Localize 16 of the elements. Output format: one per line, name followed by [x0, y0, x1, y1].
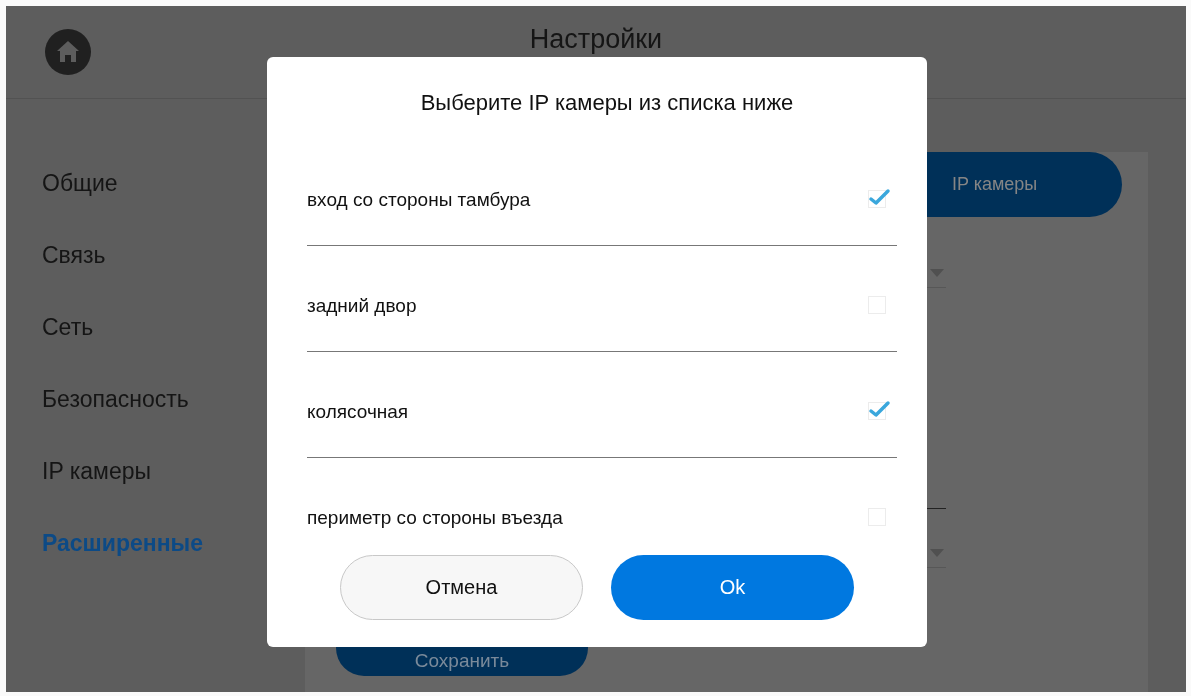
ok-button[interactable]: Ok — [611, 555, 854, 620]
screen-title: Настройки — [529, 24, 663, 54]
camera-label: периметр со стороны въезда — [307, 507, 563, 529]
checkbox[interactable] — [867, 186, 891, 208]
sidebar-item[interactable]: Сеть — [42, 313, 94, 341]
home-icon[interactable] — [45, 29, 91, 75]
camera-label: вход со стороны тамбура — [307, 189, 531, 211]
sidebar-item[interactable]: IP камеры — [42, 457, 151, 485]
sidebar-item[interactable]: Связь — [42, 241, 106, 269]
camera-label: задний двор — [307, 295, 417, 317]
camera-label: колясочная — [307, 401, 409, 423]
sidebar-item[interactable]: Безопасность — [42, 385, 189, 413]
dialog-title: Выберите IP камеры из списка ниже — [420, 89, 794, 117]
cancel-button[interactable]: Отмена — [340, 555, 583, 620]
sidebar-item[interactable]: Общие — [42, 169, 118, 197]
checkbox[interactable] — [867, 398, 891, 420]
